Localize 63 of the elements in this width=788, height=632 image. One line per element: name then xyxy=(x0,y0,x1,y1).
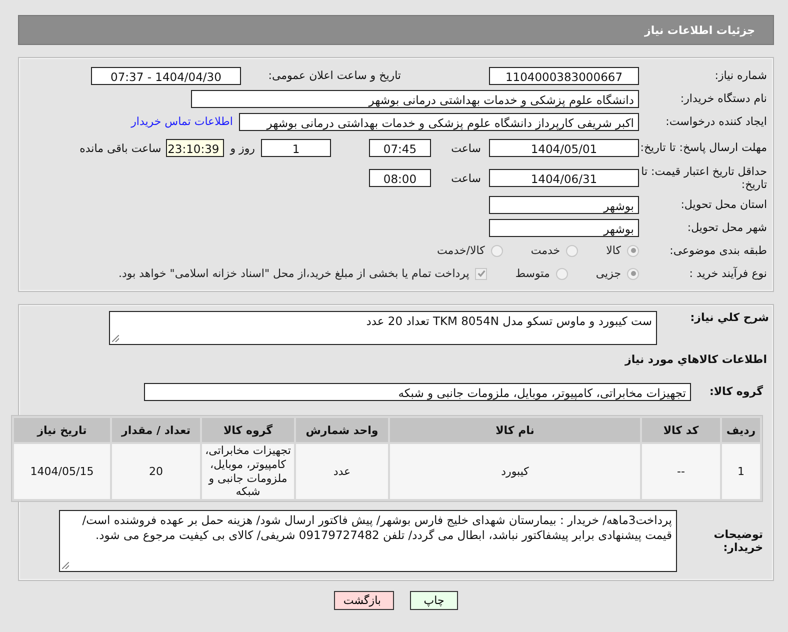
checkbox[interactable] xyxy=(475,268,488,280)
deadline-date-field: 1404/05/01 xyxy=(489,139,639,157)
table-cell: کیبورد xyxy=(390,444,640,499)
field-label: طبقه بندی موضوعی: xyxy=(668,244,768,258)
checkbox-label: پرداخت تمام یا بخشی از مبلغ خرید،از محل "اسناد خزانه اسلامی" خواهد بود. xyxy=(118,267,470,280)
city-field: بوشهر xyxy=(489,218,639,236)
buyer-contact-link[interactable]: اطلاعات تماس خریدار xyxy=(131,115,233,128)
field-label: روز و xyxy=(230,142,255,154)
column-header: کد کالا xyxy=(642,418,720,442)
deadline-time-field: 07:45 xyxy=(369,139,431,157)
option-label: خدمت xyxy=(530,244,560,257)
remaining-time-field: 23:10:39 xyxy=(166,139,224,157)
page-title: جزئیات اطلاعات نیاز xyxy=(644,24,755,36)
field-label: شهر محل تحویل: xyxy=(686,220,768,234)
field-label: مهلت ارسال پاسخ: تا تاریخ: xyxy=(639,141,768,155)
back-button[interactable]: بازگشت xyxy=(334,591,394,610)
column-header: ردیف xyxy=(722,418,760,442)
radio-button[interactable] xyxy=(627,244,639,256)
validity-time-field: 08:00 xyxy=(369,169,431,187)
option-label: متوسط xyxy=(515,267,550,280)
radio-button[interactable] xyxy=(566,244,578,256)
radio-button[interactable] xyxy=(490,244,503,256)
field-label: گروه کالا: xyxy=(708,385,764,398)
summary-textarea[interactable]: ست کیبورد و ماوس تسکو مدل TKM 8054N تعداد 20 عدد xyxy=(109,311,657,345)
table-cell: -- xyxy=(642,444,720,499)
buyer-field: دانشگاه علوم پزشکی و خدمات بهداشتی درمانی بوشهر xyxy=(191,90,639,108)
radio-button[interactable] xyxy=(627,268,639,280)
field-label: نام دستگاه خریدار: xyxy=(679,92,768,106)
validity-date-field: 1404/06/31 xyxy=(489,169,639,187)
radio-button[interactable] xyxy=(556,268,568,280)
table-cell: عدد xyxy=(296,444,388,499)
table-cell: 20 xyxy=(112,444,200,499)
column-header: تعداد / مقدار xyxy=(112,418,200,442)
column-header: گروه کالا xyxy=(202,418,294,442)
section-heading: اطلاعات كالاهاي مورد نياز xyxy=(624,352,768,368)
field-label: حداقل تاریخ اعتبار قیمت: تا تاریخ: xyxy=(640,164,768,192)
column-header: نام کالا xyxy=(390,418,640,442)
notes-textarea[interactable]: پرداخت3ماهه/ خریدار : بیمارستان شهدای خلیج فارس بوشهر/ پیش فاکتور ارسال شود/ هزینه حمل بر عهده فروشنده است/قیمت پیشنهادی برابر پیشفاکتور نباشد، ابطال می گردد/ تلفن 09179727482 شریفی/ کالای بی کیفیت مرجوع می شود. xyxy=(59,510,677,572)
column-header: تاریخ نیاز xyxy=(14,418,110,442)
option-label: کالا/خدمت xyxy=(437,244,485,257)
field-label: ساعت باقی مانده xyxy=(80,142,162,154)
option-label: جزیی xyxy=(596,267,621,280)
days-field: 1 xyxy=(261,139,331,157)
field-label: ایجاد کننده درخواست: xyxy=(664,114,768,128)
field-label: شرح كلي نياز: xyxy=(689,311,770,324)
table-cell: تجهیزات مخابراتی، کامپیوتر، موبایل، ملزومات جانبی و شبکه xyxy=(202,444,294,499)
province-field: بوشهر xyxy=(489,196,639,214)
goods-group-field: تجهیزات مخابراتی، کامپیوتر، موبایل، ملزومات جانبی و شبکه xyxy=(144,382,691,400)
field-label: شماره نیاز: xyxy=(714,68,768,82)
field-label: ساعت xyxy=(450,172,481,184)
field-label: ساعت xyxy=(450,142,481,154)
field-label: نوع فرآیند خرید : xyxy=(688,266,768,280)
announce-date-field: 1404/04/30 - 07:37 xyxy=(91,66,241,84)
column-header: واحد شمارش xyxy=(296,418,388,442)
need-number-field: 1104000383000667 xyxy=(489,66,639,84)
option-label: کالا xyxy=(606,244,621,257)
requester-field: اکبر شریفی کارپرداز دانشگاه علوم پزشکی و خدمات بهداشتی درمانی بوشهر xyxy=(239,112,639,130)
field-label: توضیحات خریدار: xyxy=(712,528,764,554)
field-label: استان محل تحویل: xyxy=(680,198,768,212)
table-cell: 1404/05/15 xyxy=(14,444,110,499)
print-button[interactable]: چاپ xyxy=(410,591,458,610)
field-label: تاریخ و ساعت اعلان عمومی: xyxy=(267,69,401,82)
table-cell: 1 xyxy=(722,444,760,499)
